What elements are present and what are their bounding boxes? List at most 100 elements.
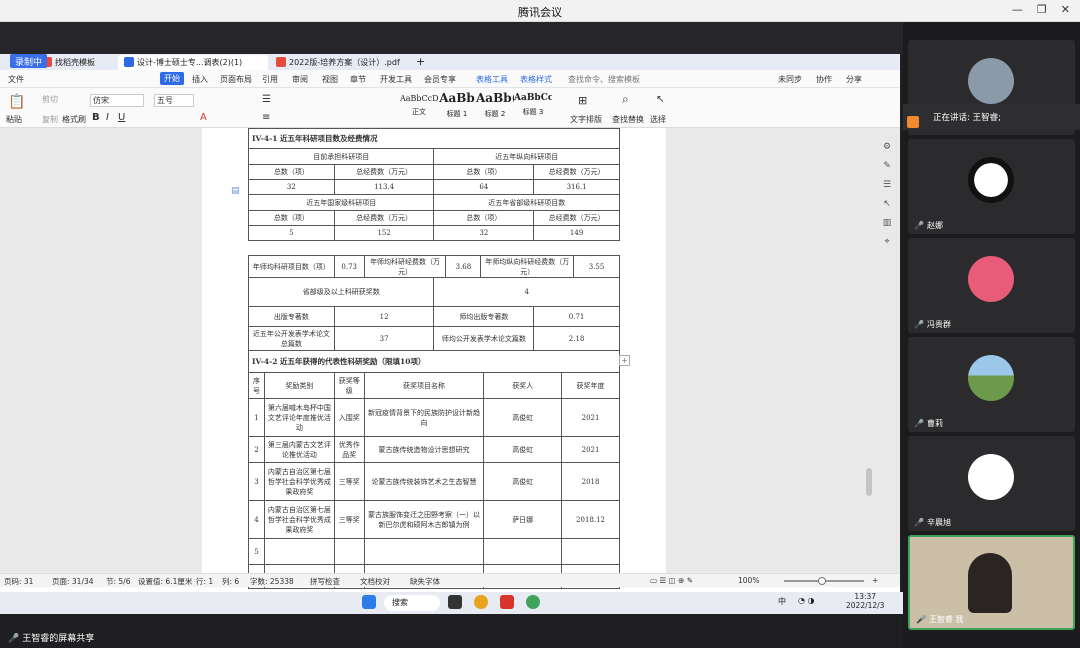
proofread-button[interactable]: 文档校对: [360, 576, 390, 587]
text-layout-button[interactable]: 文字排版: [570, 114, 602, 125]
ime-indicator[interactable]: 中: [778, 596, 786, 607]
menu-table-tools[interactable]: 表格工具: [476, 74, 508, 85]
nav-icon[interactable]: ⚙: [883, 142, 891, 152]
view-mode-icons[interactable]: ▭ ☰ ◫ ⊕ ✎: [650, 576, 693, 585]
menu-sync[interactable]: 未同步: [778, 74, 802, 85]
style-heading2[interactable]: AaBb(标题 2: [476, 91, 514, 121]
zoom-in-icon[interactable]: +: [872, 576, 878, 585]
font-color-icon[interactable]: A: [200, 112, 207, 123]
italic-icon[interactable]: I: [106, 112, 109, 123]
style-normal[interactable]: AaBbCcDd正文: [400, 91, 438, 121]
status-page: 页码: 31: [4, 577, 34, 586]
wps-icon[interactable]: [500, 595, 514, 609]
scrollbar[interactable]: [866, 468, 872, 496]
search-icon[interactable]: ⌕: [622, 92, 629, 107]
speaking-indicator: 正在讲话: 王智睿;: [903, 104, 1080, 130]
align-left-icon[interactable]: ≡: [262, 112, 270, 123]
missing-font-button[interactable]: 缺失字体: [410, 576, 440, 587]
copy-button[interactable]: 复制: [42, 114, 58, 125]
participant-tile-self[interactable]: 🎤 王智睿 我: [908, 535, 1075, 630]
font-select[interactable]: 仿宋: [90, 94, 144, 107]
select-icon[interactable]: ↖: [883, 199, 891, 209]
underline-icon[interactable]: U: [118, 112, 125, 123]
participant-tile[interactable]: 🎤 冯贵群: [908, 238, 1075, 333]
menu-insert[interactable]: 插入: [192, 74, 208, 85]
tab-pdf[interactable]: 2022版-培养方案（设计）.pdf: [270, 55, 410, 70]
menu-share[interactable]: 分享: [846, 74, 862, 85]
cursor-icon[interactable]: ↖: [656, 94, 664, 105]
taskbar-search[interactable]: 搜索: [384, 595, 440, 611]
document-page: IV-4-1 近五年科研项目数及经费情况 目前承担科研项目 近五年纵向科研项目 总…: [202, 128, 666, 589]
book-icon[interactable]: ▥: [883, 218, 892, 228]
zoom-handle[interactable]: [818, 577, 826, 585]
style-heading1[interactable]: AaBb 标题 1: [438, 91, 476, 121]
participant-tile[interactable]: 🎤 曹莉: [908, 337, 1075, 432]
paste-icon[interactable]: 📋: [8, 94, 25, 110]
table-row: 1 第六届喊木岛杯中国文艺评论年度推优活动 入围奖 新冠疫情背景下的民族防护设计新趋向…: [248, 398, 620, 437]
restore-icon[interactable]: ❐: [1037, 3, 1047, 16]
select-button[interactable]: 选择: [650, 114, 666, 125]
table-row: 2 第三届内蒙古文艺评论推优活动 优秀作品奖 蒙古族传统造物设计思想研究 高俊虹 2021: [248, 436, 620, 463]
add-column-button[interactable]: +: [619, 355, 630, 366]
word-doc-icon: [124, 57, 134, 67]
meeting-icon[interactable]: [526, 595, 540, 609]
pen-icon[interactable]: ✎: [883, 161, 891, 171]
self-video: [968, 553, 1012, 613]
word-count[interactable]: 字数: 25338: [250, 576, 294, 587]
tab-doc[interactable]: 设计-博士硕士专...调表(2)(1): [118, 55, 268, 70]
find-replace-button[interactable]: 查找替换: [612, 114, 644, 125]
mic-muted-icon: 🎤: [914, 320, 924, 329]
menu-chapter[interactable]: 章节: [350, 74, 366, 85]
status-section: 节: 5/6: [106, 577, 131, 586]
document-area: IV-4-1 近五年科研项目数及经费情况 目前承担科研项目 近五年纵向科研项目 总…: [0, 128, 900, 589]
chrome-icon[interactable]: [474, 595, 488, 609]
menu-layout[interactable]: 页面布局: [220, 74, 252, 85]
menu-home[interactable]: 开始: [160, 72, 184, 85]
menu-view[interactable]: 视图: [322, 74, 338, 85]
paste-button[interactable]: 粘贴: [6, 114, 22, 125]
new-tab-button[interactable]: +: [414, 55, 428, 70]
command-search[interactable]: 查找命令、搜索模板: [568, 74, 640, 85]
list-icon[interactable]: ☰: [262, 94, 271, 105]
mic-icon: 🎤: [916, 615, 926, 624]
comment-marker-icon[interactable]: ▤: [231, 186, 240, 196]
speaker-icon: [907, 116, 919, 128]
menu-collab[interactable]: 协作: [816, 74, 832, 85]
bold-icon[interactable]: B: [92, 112, 100, 123]
cut-button[interactable]: 剪切: [42, 94, 58, 105]
awards-table: IV-4-2 近五年获得的代表性科研奖励（限填10项） 序号 奖励类别 获奖等级 获…: [248, 350, 620, 589]
start-icon[interactable]: [362, 595, 376, 609]
network-icon[interactable]: ◔ ◑: [798, 596, 815, 605]
menu-member[interactable]: 会员专享: [424, 74, 456, 85]
spell-check-button[interactable]: 拼写检查: [310, 576, 340, 587]
menu-review[interactable]: 审阅: [292, 74, 308, 85]
research-projects-table: IV-4-1 近五年科研项目数及经费情况 目前承担科研项目 近五年纵向科研项目 总…: [247, 128, 620, 241]
format-painter-button[interactable]: 格式刷: [62, 114, 86, 125]
menu-file[interactable]: 文件: [8, 74, 24, 85]
text-layout-icon[interactable]: ⊞: [578, 94, 587, 107]
app-tabs: 找稻壳模板 设计-博士硕士专...调表(2)(1) 2022版-培养方案（设计）…: [0, 54, 900, 70]
font-size-select[interactable]: 五号: [154, 94, 194, 107]
app-title: 腾讯会议: [518, 6, 562, 19]
avatar: [968, 157, 1014, 203]
adjust-icon[interactable]: ☰: [883, 180, 891, 190]
shared-screen: 找稻壳模板 设计-博士硕士专...调表(2)(1) 2022版-培养方案（设计）…: [0, 54, 900, 592]
taskview-icon[interactable]: [448, 595, 462, 609]
tab-templates[interactable]: 找稻壳模板: [36, 55, 116, 70]
status-col: 列: 6: [222, 577, 240, 586]
close-icon[interactable]: ✕: [1061, 3, 1070, 16]
section-title: IV-4-1 近五年科研项目数及经费情况: [248, 128, 620, 149]
participant-tile[interactable]: 🎤 辛晨旭: [908, 436, 1075, 531]
minimize-icon[interactable]: —: [1012, 3, 1023, 16]
participant-tile[interactable]: 🎤 赵娜: [908, 139, 1075, 234]
menu-table-style[interactable]: 表格样式: [520, 74, 552, 85]
menu-references[interactable]: 引用: [262, 74, 278, 85]
zoom-level[interactable]: 100%: [738, 576, 759, 585]
table-row: 3 内蒙古自治区第七届哲学社会科学优秀成果政府奖 三等奖 论蒙古族传统装饰艺术之生态智…: [248, 462, 620, 501]
style-heading3[interactable]: AaBbCcI标题 3: [514, 91, 552, 121]
menu-dev-tools[interactable]: 开发工具: [380, 74, 412, 85]
status-setting: 设置值: 6.1厘米: [138, 577, 193, 586]
status-pages[interactable]: 页面: 31/34: [52, 576, 94, 587]
location-icon[interactable]: ⌖: [884, 237, 889, 247]
clock[interactable]: 13:37 2022/12/3: [846, 592, 884, 610]
